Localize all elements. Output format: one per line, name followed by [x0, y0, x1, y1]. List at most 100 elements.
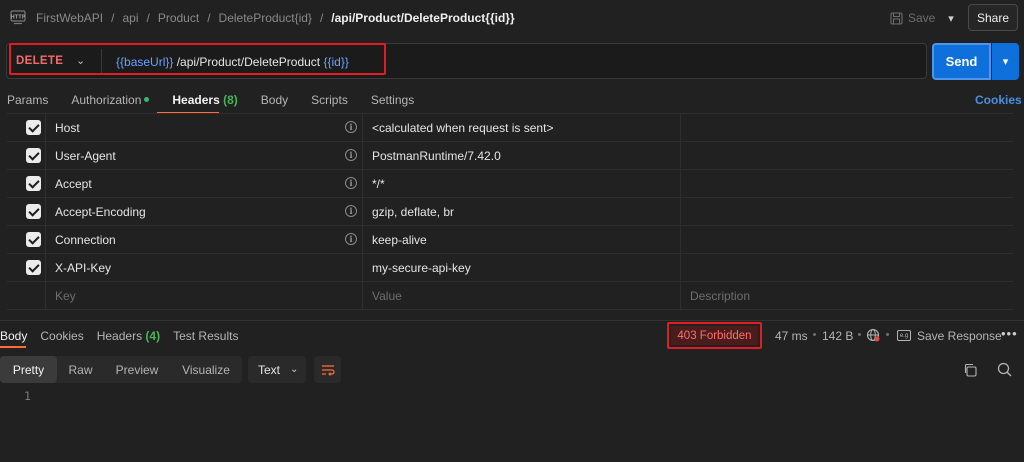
breadcrumb-item-firstwebapi[interactable]: FirstWebAPI: [36, 11, 103, 25]
description-placeholder: Description: [690, 289, 751, 303]
header-value[interactable]: keep-alive: [372, 233, 427, 247]
header-key[interactable]: X-API-Key: [55, 261, 111, 275]
header-key[interactable]: Accept: [55, 177, 92, 191]
meta-separator: [813, 333, 816, 336]
header-description-cell[interactable]: [680, 198, 1013, 226]
view-mode-switcher: Pretty Raw Preview Visualize: [0, 356, 242, 383]
header-enabled-checkbox[interactable]: [26, 176, 41, 191]
search-icon[interactable]: [997, 362, 1012, 377]
section-divider[interactable]: [0, 320, 1024, 321]
status-dot-icon: [144, 97, 150, 103]
chevron-down-icon[interactable]: ▾: [944, 9, 958, 27]
status-badge[interactable]: 403 Forbidden: [671, 326, 758, 345]
header-description-cell[interactable]: [680, 142, 1013, 170]
header-enabled-checkbox[interactable]: [26, 120, 41, 135]
globe-icon[interactable]: [866, 328, 880, 342]
send-button[interactable]: Send: [932, 43, 991, 80]
url-highlight-annotation: [9, 43, 386, 75]
response-size[interactable]: 142 B: [822, 329, 853, 343]
header-key-cell: User-Agent: [45, 142, 362, 170]
meta-separator: [886, 333, 889, 336]
header-value[interactable]: my-secure-api-key: [372, 261, 471, 275]
request-tabs: Params Authorization Headers (8) Body Sc…: [7, 93, 414, 107]
breadcrumb-item-api[interactable]: api: [122, 11, 138, 25]
tab-response-body[interactable]: Body: [0, 329, 27, 343]
header-enabled-checkbox[interactable]: [26, 204, 41, 219]
info-icon[interactable]: i: [345, 205, 357, 217]
table-row: Accept */* i: [7, 170, 1013, 198]
header-value[interactable]: <calculated when request is sent>: [372, 121, 553, 135]
breadcrumb-separator: /: [146, 11, 150, 25]
tab-params[interactable]: Params: [7, 93, 48, 107]
header-description-cell[interactable]: [680, 226, 1013, 254]
info-icon[interactable]: i: [345, 149, 357, 161]
header-enabled-checkbox[interactable]: [26, 232, 41, 247]
breadcrumb-separator: /: [319, 11, 324, 25]
header-key[interactable]: User-Agent: [55, 149, 116, 163]
copy-icon[interactable]: [963, 363, 977, 377]
header-enabled-checkbox[interactable]: [26, 148, 41, 163]
share-button[interactable]: Share: [968, 4, 1018, 31]
header-key-cell: Accept-Encoding: [45, 198, 362, 226]
response-time[interactable]: 47 ms: [775, 329, 808, 343]
view-visualize-button[interactable]: Visualize: [170, 356, 242, 383]
tab-response-headers-count: (4): [145, 329, 161, 343]
header-key[interactable]: Host: [55, 121, 80, 135]
header-description-cell[interactable]: [680, 254, 1013, 282]
request-name[interactable]: /api/Product/DeleteProduct{{id}}: [331, 11, 514, 25]
header-value-cell: */*: [362, 170, 680, 198]
header-key-cell: X-API-Key: [45, 254, 362, 282]
wrap-lines-icon: [321, 364, 335, 376]
breadcrumb-item-deleteproduct[interactable]: DeleteProduct{id}: [219, 11, 312, 25]
tab-response-headers-label: Headers: [96, 329, 143, 343]
tab-headers-count: (8): [223, 93, 238, 107]
view-pretty-button[interactable]: Pretty: [0, 356, 57, 383]
breadcrumb-separator: /: [111, 11, 115, 25]
send-options-chevron-icon[interactable]: ▾: [992, 43, 1019, 80]
info-icon[interactable]: i: [345, 233, 357, 245]
meta-separator: [858, 333, 861, 336]
header-value[interactable]: */*: [372, 177, 385, 191]
tab-headers[interactable]: Headers (8): [172, 93, 237, 107]
tab-scripts[interactable]: Scripts: [311, 93, 348, 107]
header-key-cell: Host: [45, 114, 362, 142]
floppy-disk-icon: [890, 11, 903, 25]
header-value[interactable]: PostmanRuntime/7.42.0: [372, 149, 501, 163]
tab-settings[interactable]: Settings: [371, 93, 414, 107]
chevron-down-icon: ⌄: [290, 364, 299, 375]
tab-test-results[interactable]: Test Results: [173, 329, 238, 343]
save-button[interactable]: Save: [890, 9, 942, 27]
tab-response-cookies[interactable]: Cookies: [40, 329, 83, 343]
svg-text:HTTP: HTTP: [11, 15, 26, 21]
new-header-description-input[interactable]: Description: [680, 282, 1013, 310]
new-header-key-input[interactable]: Key: [45, 282, 362, 310]
header-key[interactable]: Connection: [55, 233, 116, 247]
save-response-button[interactable]: Save Response: [917, 329, 1002, 343]
header-key[interactable]: Accept-Encoding: [55, 205, 146, 219]
breadcrumb-item-product[interactable]: Product: [158, 11, 199, 25]
value-placeholder: Value: [372, 289, 402, 303]
tab-body[interactable]: Body: [261, 93, 288, 107]
header-value[interactable]: gzip, deflate, br: [372, 205, 454, 219]
active-response-tab-indicator: [0, 346, 26, 348]
header-value-cell: my-secure-api-key: [362, 254, 680, 282]
header-enabled-checkbox[interactable]: [26, 260, 41, 275]
format-select[interactable]: Text ⌄: [248, 356, 306, 383]
header-key-cell: Connection: [45, 226, 362, 254]
table-row: Host <calculated when request is sent> i: [7, 114, 1013, 142]
new-header-value-input[interactable]: Value: [362, 282, 680, 310]
tab-response-headers[interactable]: Headers (4): [97, 329, 160, 343]
new-header-row: Key Value Description: [7, 282, 1013, 310]
wrap-lines-button[interactable]: [314, 356, 341, 383]
view-preview-button[interactable]: Preview: [104, 356, 170, 383]
header-value-cell: gzip, deflate, br: [362, 198, 680, 226]
header-description-cell[interactable]: [680, 114, 1013, 142]
tab-authorization[interactable]: Authorization: [71, 93, 150, 107]
cookies-link[interactable]: Cookies: [975, 93, 1022, 107]
more-options-icon[interactable]: •••: [1001, 326, 1018, 341]
view-raw-button[interactable]: Raw: [57, 356, 104, 383]
header-description-cell[interactable]: [680, 170, 1013, 198]
info-icon[interactable]: i: [345, 177, 357, 189]
info-icon[interactable]: i: [345, 121, 357, 133]
response-tabs: Body Cookies Headers (4) Test Results: [0, 329, 238, 343]
